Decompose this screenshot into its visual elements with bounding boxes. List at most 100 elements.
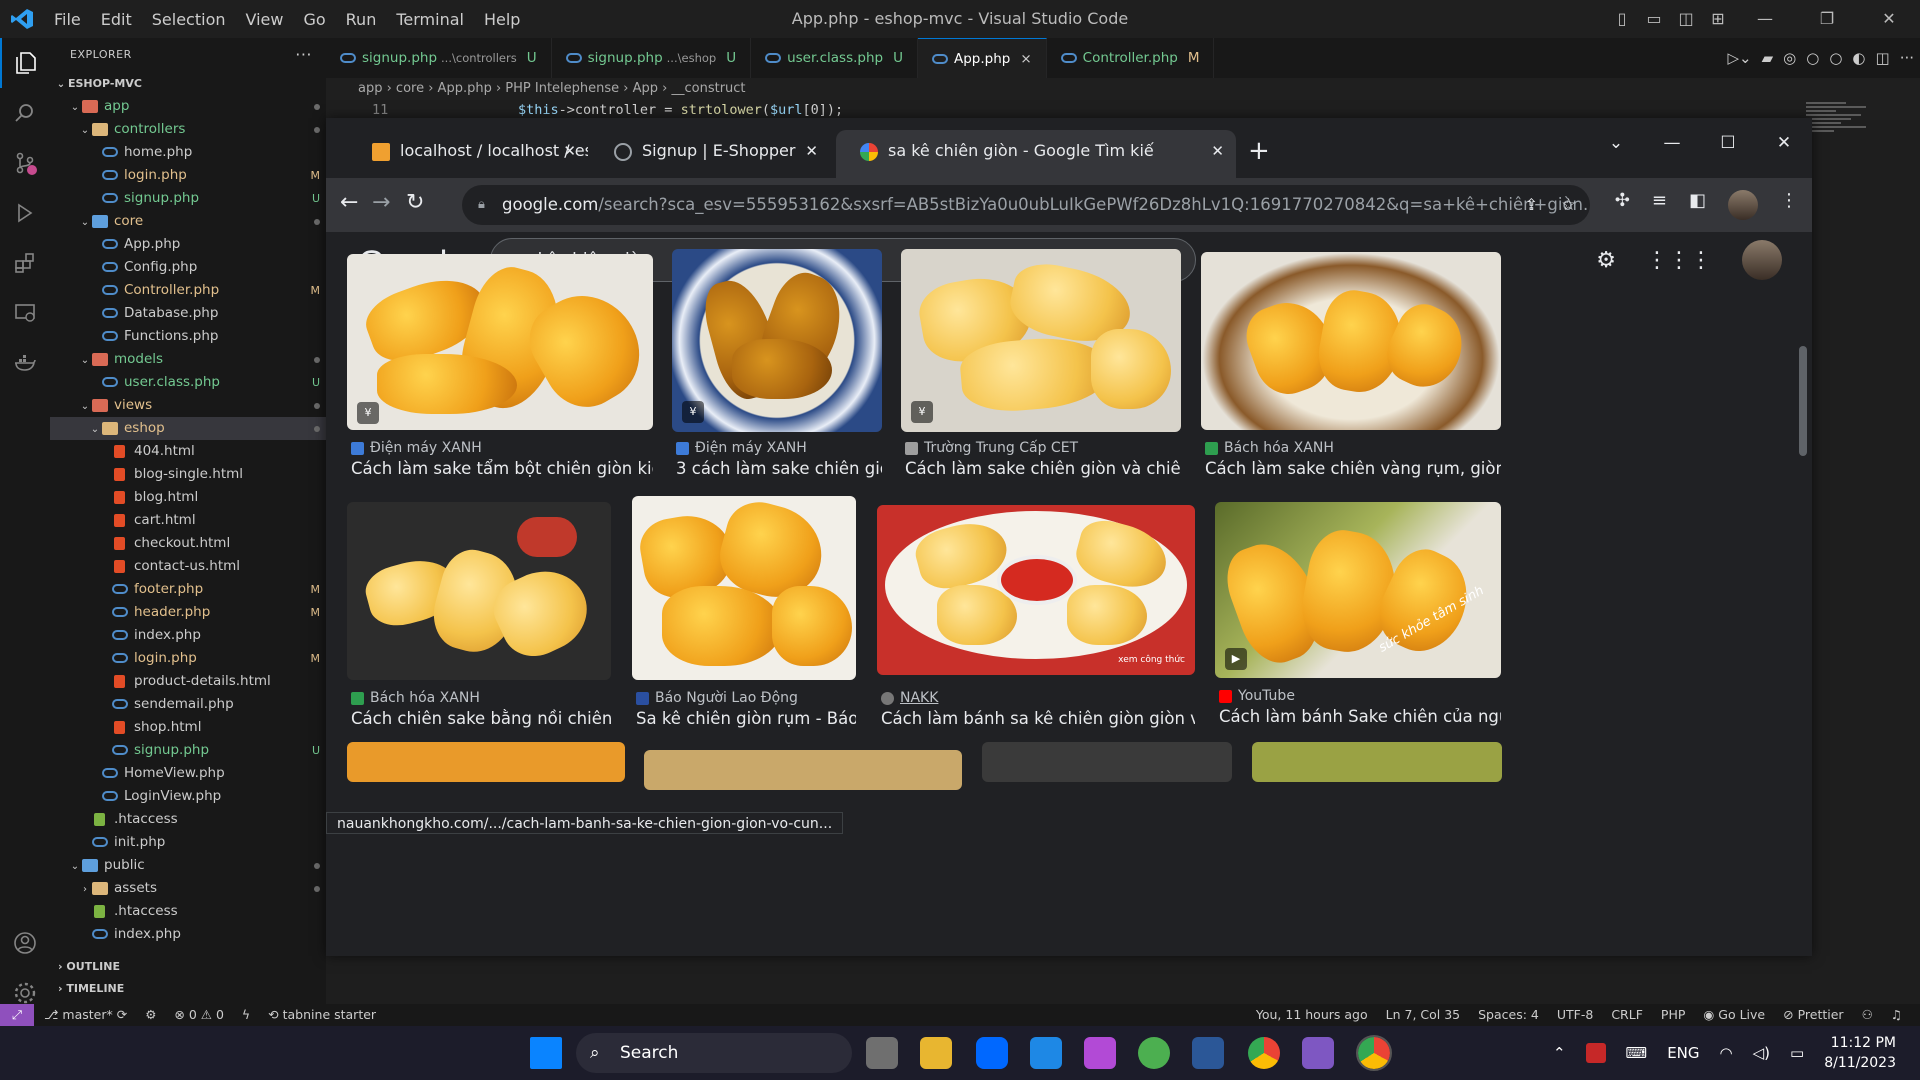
editor-tab[interactable]: App.php × xyxy=(917,38,1047,78)
git-blame[interactable]: You, 11 hours ago xyxy=(1256,1004,1368,1026)
bookmark-star-icon[interactable]: ☆ xyxy=(1561,185,1576,225)
result-title[interactable]: Cách làm bánh Sake chiên của người Thá..… xyxy=(1219,707,1501,726)
apps-grid-icon[interactable]: ⋮⋮⋮ xyxy=(1646,248,1712,273)
explorer-icon[interactable] xyxy=(0,38,50,88)
tree-item[interactable]: blog.html xyxy=(50,486,326,509)
reading-list-icon[interactable]: ≡ xyxy=(1652,190,1667,220)
compare-icon[interactable]: ◎ xyxy=(1783,49,1796,67)
breadcrumb[interactable]: app › core › App.php › PHP Intelephense … xyxy=(326,78,1920,100)
result-image[interactable]: xem công thức xyxy=(877,505,1195,675)
account-avatar[interactable] xyxy=(1742,240,1782,280)
new-tab-icon[interactable]: + xyxy=(1248,136,1270,166)
go-live-button[interactable]: ◉ Go Live xyxy=(1703,1004,1765,1026)
tab-close-icon[interactable]: × xyxy=(1020,51,1031,67)
tree-item[interactable]: ⌄ views xyxy=(50,394,326,417)
chevron-up-icon[interactable]: ⌃ xyxy=(1553,1044,1566,1062)
tree-item[interactable]: Controller.php M xyxy=(50,279,326,302)
gitlens-icon[interactable]: ◐ xyxy=(1852,49,1865,67)
image-result-5[interactable]: Bách hóa XANH Cách chiên sake bằng nồi c… xyxy=(347,502,611,742)
maximize-icon[interactable]: ☐ xyxy=(1700,126,1756,160)
editor-tab[interactable]: signup.php ...\controllers U xyxy=(326,38,552,78)
image-result-2[interactable]: ¥ Điện máy XANH 3 cách làm sake chiên gi… xyxy=(672,249,882,494)
zalo-icon[interactable] xyxy=(976,1037,1008,1069)
tab-close-icon[interactable]: ✕ xyxy=(805,130,818,172)
result-image[interactable] xyxy=(632,496,856,680)
search-icon[interactable] xyxy=(0,88,50,138)
clock[interactable]: 11:12 PM 8/11/2023 xyxy=(1824,1033,1896,1073)
tree-item[interactable]: footer.php M xyxy=(50,578,326,601)
tree-item[interactable]: ⌄ eshop xyxy=(50,417,326,440)
run-debug-icon[interactable] xyxy=(0,188,50,238)
close-icon[interactable]: ✕ xyxy=(1756,126,1812,160)
share-icon[interactable]: ⇪ xyxy=(1525,185,1538,225)
chrome-tab-signup[interactable]: Signup | E-Shopper ✕ xyxy=(590,130,830,178)
word-icon[interactable] xyxy=(1192,1037,1224,1069)
tree-item[interactable]: sendemail.php xyxy=(50,693,326,716)
language-mode[interactable]: PHP xyxy=(1661,1004,1685,1026)
cursor-position[interactable]: Ln 7, Col 35 xyxy=(1386,1004,1461,1026)
minimap[interactable] xyxy=(1806,100,1886,160)
tree-item[interactable]: ⌄ core xyxy=(50,210,326,233)
battery-icon[interactable]: ▭ xyxy=(1790,1044,1804,1062)
result-title[interactable]: Sa kê chiên giòn rụm - Báo Ngư... xyxy=(636,709,856,728)
split-editor-icon[interactable]: ◫ xyxy=(1876,49,1890,67)
php-version-icon[interactable]: ⚙ xyxy=(145,1004,156,1026)
tree-item[interactable]: login.php M xyxy=(50,164,326,187)
tree-item[interactable]: › assets xyxy=(50,877,326,900)
extensions-icon[interactable] xyxy=(0,238,50,288)
accounts-icon[interactable] xyxy=(0,918,50,968)
wifi-icon[interactable]: ◠ xyxy=(1720,1044,1733,1062)
tree-item[interactable]: 404.html xyxy=(50,440,326,463)
chrome-active-icon[interactable] xyxy=(1356,1035,1392,1071)
chrome-tab-phpmyadmin[interactable]: localhost / localhost / eshop_db /✕ xyxy=(348,130,588,178)
tree-item[interactable]: checkout.html xyxy=(50,532,326,555)
menu-edit[interactable]: Edit xyxy=(91,10,142,29)
menu-selection[interactable]: Selection xyxy=(142,10,236,29)
result-title[interactable]: 3 cách làm sake chiên giòn t... xyxy=(676,459,882,478)
file-encoding[interactable]: UTF-8 xyxy=(1557,1004,1593,1026)
image-result-9[interactable] xyxy=(347,742,625,782)
result-title[interactable]: Cách chiên sake bằng nồi chiên khôn... xyxy=(351,709,611,728)
profile-avatar[interactable] xyxy=(1728,190,1758,220)
tree-item[interactable]: header.php M xyxy=(50,601,326,624)
accounts-status-icon[interactable]: ⚇ xyxy=(1862,1004,1873,1026)
close-icon[interactable]: ✕ xyxy=(1860,7,1918,31)
tree-item[interactable]: index.php xyxy=(50,624,326,647)
image-result-1[interactable]: ¥ Điện máy XANH Cách làm sake tẩm bột ch… xyxy=(347,254,653,494)
indent-spaces[interactable]: Spaces: 4 xyxy=(1478,1004,1539,1026)
vivaldi-icon[interactable] xyxy=(1585,1043,1606,1063)
app-icon-2[interactable] xyxy=(1302,1037,1334,1069)
tree-item[interactable]: ⌄ models xyxy=(50,348,326,371)
tree-item[interactable]: .htaccess xyxy=(50,808,326,831)
settings-gear-icon[interactable]: ⚙ xyxy=(1596,248,1616,273)
menu-view[interactable]: View xyxy=(236,10,294,29)
run-icon[interactable]: ▷⌄ xyxy=(1727,49,1751,67)
tab-search-icon[interactable]: ⌄ xyxy=(1588,126,1644,160)
tree-item[interactable]: blog-single.html xyxy=(50,463,326,486)
minimize-icon[interactable]: — xyxy=(1644,126,1700,160)
result-title[interactable]: Cách làm sake chiên giòn và chiên bột n.… xyxy=(905,459,1181,478)
result-image[interactable]: ¥ xyxy=(901,249,1181,432)
menu-file[interactable]: File xyxy=(44,10,91,29)
tab-close-icon[interactable]: ✕ xyxy=(563,130,576,172)
forward-icon[interactable]: → xyxy=(372,190,390,215)
git-branch[interactable]: ⎇ master* ⟳ xyxy=(44,1004,127,1026)
tree-item[interactable]: App.php xyxy=(50,233,326,256)
image-result-4[interactable]: Bách hóa XANH Cách làm sake chiên vàng r… xyxy=(1201,252,1501,494)
more-actions-icon[interactable]: ··· xyxy=(295,38,312,72)
vscode-taskbar-icon[interactable] xyxy=(1030,1037,1062,1069)
tree-item[interactable]: Functions.php xyxy=(50,325,326,348)
result-title[interactable]: Cách làm sake tẩm bột chiên giòn kiểu Th… xyxy=(351,459,653,478)
address-bar[interactable]: 🔒︎ google.com/search?sca_esv=555953162&s… xyxy=(462,185,1590,225)
keyboard-icon[interactable]: ⌨ xyxy=(1626,1044,1648,1062)
toggle-secondary-sidebar-icon[interactable]: ◫ xyxy=(1672,7,1700,31)
tree-item[interactable]: LoginView.php xyxy=(50,785,326,808)
tree-item[interactable]: HomeView.php xyxy=(50,762,326,785)
taskbar-search[interactable]: ⌕ Search xyxy=(576,1033,852,1073)
toggle-sidebar-icon[interactable]: ▯ xyxy=(1608,7,1636,31)
phpstorm-icon[interactable] xyxy=(1084,1037,1116,1069)
language-indicator[interactable]: ENG xyxy=(1667,1044,1699,1062)
image-result-12[interactable] xyxy=(1252,742,1502,782)
more-icon[interactable]: ··· xyxy=(1900,49,1914,67)
php-debug-icon[interactable]: ▰ xyxy=(1762,49,1774,67)
